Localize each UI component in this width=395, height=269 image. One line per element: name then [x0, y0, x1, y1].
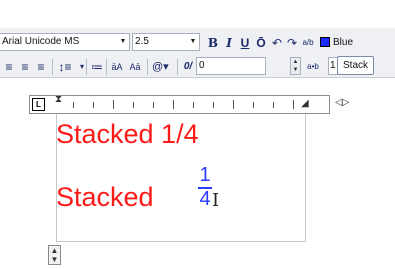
- toolbar-row-2: ≡ ≡ ≡ ↕≡ ▾ ≔ āA Aā @▾ 0/ 0 ▲ ▼ a•b 1 Stac…: [0, 56, 395, 79]
- align-left-icon[interactable]: ≡: [2, 58, 16, 76]
- insert-field-button[interactable]: @▾: [152, 58, 169, 76]
- ruler-tick: [273, 102, 274, 108]
- underline-button[interactable]: U: [238, 34, 252, 52]
- chevron-down-icon[interactable]: ▼: [187, 34, 199, 50]
- ruler-tick: [213, 102, 214, 108]
- height-resize-icon[interactable]: ▲ ▼: [48, 245, 61, 265]
- tab-type-icon[interactable]: L: [32, 98, 45, 111]
- right-margin-marker-icon[interactable]: ◢: [301, 98, 309, 109]
- indent-marker-icon[interactable]: ⧗: [55, 94, 62, 105]
- font-value: Arial Unicode MS: [2, 36, 80, 47]
- ruler-tick: [293, 100, 294, 109]
- resize-arrows-icon[interactable]: ◁▷: [335, 97, 349, 108]
- align-center-icon[interactable]: ≡: [18, 58, 32, 76]
- tracking-label: a•b: [307, 62, 319, 71]
- text-line-2[interactable]: Stacked: [56, 182, 154, 212]
- ruler-tick: [113, 100, 114, 109]
- numbering-icon[interactable]: ≔: [90, 58, 104, 76]
- oblique-spinner[interactable]: ▲ ▼: [290, 57, 301, 75]
- ruler[interactable]: L ⧗ ◢: [29, 94, 330, 114]
- color-label[interactable]: Blue: [333, 34, 353, 52]
- text-height-value: 2.5: [135, 36, 149, 47]
- divider: [52, 59, 53, 75]
- line-spacing-icon[interactable]: ↕≡: [58, 58, 72, 76]
- ruler-tick: [73, 102, 74, 108]
- ruler-tick: [253, 102, 254, 108]
- fraction-denominator: 4: [199, 188, 211, 210]
- ruler-tick: [153, 102, 154, 108]
- divider: [86, 59, 87, 75]
- bold-button[interactable]: B: [206, 34, 220, 52]
- undo-icon[interactable]: ↶: [270, 34, 284, 52]
- ruler-tick: [133, 102, 134, 108]
- text-height-dropdown[interactable]: 2.5 ▼: [132, 33, 200, 51]
- redo-icon[interactable]: ↷: [285, 34, 299, 52]
- ruler-tick: [173, 100, 174, 109]
- chevron-down-icon[interactable]: ▼: [117, 34, 129, 50]
- fraction-numerator: 1: [199, 164, 211, 186]
- divider: [106, 59, 107, 75]
- align-right-icon[interactable]: ≡: [34, 58, 48, 76]
- text-formatting-toolbar: Arial Unicode MS ▼ 2.5 ▼ B I U Ō ↶ ↷ a/b…: [0, 28, 395, 78]
- oblique-angle-icon: 0/: [183, 61, 193, 72]
- ruler-tick: [233, 100, 234, 109]
- divider: [147, 59, 148, 75]
- toolbar-row-1: Arial Unicode MS ▼ 2.5 ▼ B I U Ō ↶ ↷ a/b…: [0, 33, 395, 55]
- font-dropdown[interactable]: Arial Unicode MS ▼: [0, 33, 130, 51]
- ruler-tick: [193, 102, 194, 108]
- stack-tooltip: Stack: [337, 56, 375, 75]
- stack-icon[interactable]: a/b: [301, 34, 315, 52]
- color-swatch[interactable]: [320, 37, 330, 47]
- divider: [177, 59, 178, 75]
- overline-button[interactable]: Ō: [254, 34, 268, 52]
- mtext-editor-window: Arial Unicode MS ▼ 2.5 ▼ B I U Ō ↶ ↷ a/b…: [0, 0, 395, 269]
- lowercase-button[interactable]: Aā: [128, 58, 142, 76]
- oblique-angle-input[interactable]: 0: [196, 57, 266, 75]
- uppercase-button[interactable]: āA: [110, 58, 124, 76]
- text-line-1[interactable]: Stacked 1/4: [56, 119, 199, 149]
- ruler-tick: [93, 102, 94, 108]
- italic-button[interactable]: I: [222, 34, 236, 52]
- text-cursor-icon: I: [212, 190, 220, 211]
